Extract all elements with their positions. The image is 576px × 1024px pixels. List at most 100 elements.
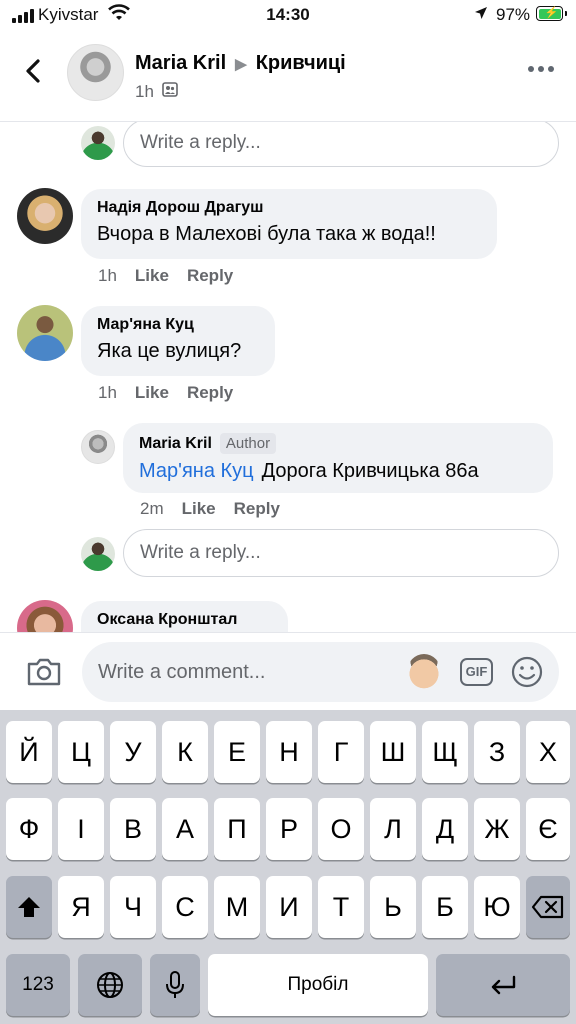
mention-link[interactable]: Мар'яна Куц <box>139 460 254 482</box>
key[interactable]: М <box>214 876 260 938</box>
key[interactable]: Р <box>266 798 312 860</box>
return-key[interactable] <box>436 954 570 1016</box>
post-time: 1h <box>135 82 154 101</box>
post-title: Maria Kril ▶ Кривчиці <box>135 52 346 75</box>
battery-icon <box>536 6 567 21</box>
key[interactable]: В <box>110 798 156 860</box>
key[interactable]: Й <box>6 721 52 783</box>
like-button[interactable]: Like <box>135 383 169 403</box>
key[interactable]: Ц <box>58 721 104 783</box>
commenter-avatar[interactable] <box>17 305 73 361</box>
backspace-key[interactable] <box>526 876 570 938</box>
backspace-icon <box>531 895 564 919</box>
camera-icon[interactable] <box>26 657 62 692</box>
numbers-key[interactable]: 123 <box>6 954 70 1016</box>
comment-input[interactable]: Write a comment... GIF <box>82 642 559 702</box>
reply-input[interactable]: Write a reply... <box>123 529 559 577</box>
comment-actions: 1h Like Reply <box>98 383 233 403</box>
commenter-name[interactable]: Оксана Кронштал <box>97 611 272 629</box>
reply-author-name[interactable]: Maria Kril <box>139 435 212 453</box>
comment-text: Яка це вулиця? <box>97 340 242 362</box>
current-user-avatar <box>81 537 115 571</box>
reply-text-line: Мар'яна Куц Дорога Кривчицька 86а <box>139 460 537 483</box>
reply-author-avatar[interactable] <box>81 430 115 464</box>
comments-feed[interactable]: Write a reply... Надія Дорош Драгуш Вчор… <box>0 122 576 632</box>
like-button[interactable]: Like <box>182 499 216 519</box>
status-bar: Kyivstar 14:30 97% <box>0 0 576 30</box>
key[interactable]: Х <box>526 721 570 783</box>
commenter-name[interactable]: Надія Дорош Драгуш <box>97 199 481 217</box>
key[interactable]: Е <box>214 721 260 783</box>
key[interactable]: А <box>162 798 208 860</box>
reply-button[interactable]: Reply <box>187 383 233 403</box>
key[interactable]: Г <box>318 721 364 783</box>
comment-composer: Write a comment... GIF <box>0 632 576 710</box>
author-name[interactable]: Maria Kril <box>135 52 226 75</box>
return-icon <box>491 975 516 995</box>
location-icon <box>474 6 488 25</box>
key[interactable]: Є <box>526 798 570 860</box>
key[interactable]: Ш <box>370 721 416 783</box>
shift-arrow-icon <box>18 897 40 917</box>
key[interactable]: Т <box>318 876 364 938</box>
reply-button[interactable]: Reply <box>187 266 233 286</box>
avatar-sticker-icon[interactable] <box>407 654 441 690</box>
reply-text: Дорога Кривчицька 86а <box>261 460 479 482</box>
author-badge: Author <box>219 433 277 454</box>
commenter-name[interactable]: Мар'яна Куц <box>97 316 259 334</box>
post-meta: 1h <box>135 82 178 102</box>
author-avatar[interactable] <box>67 44 124 101</box>
post-header: Maria Kril ▶ Кривчиці 1h <box>0 30 576 122</box>
key[interactable]: І <box>58 798 104 860</box>
commenter-avatar[interactable] <box>17 600 73 632</box>
dictation-key[interactable] <box>150 954 200 1016</box>
keyboard: Й Ц У К Е Н Г Ш Щ З Х Ф І В А П Р О Л Д … <box>0 710 576 1024</box>
key[interactable]: К <box>162 721 208 783</box>
reply-input[interactable]: Write a reply... <box>123 122 559 167</box>
like-button[interactable]: Like <box>135 266 169 286</box>
shift-key[interactable] <box>6 876 52 938</box>
key[interactable]: Ю <box>474 876 520 938</box>
reply-bubble: Maria Kril Author Мар'яна Куц Дорога Крив… <box>123 423 553 493</box>
battery-percent: 97% <box>496 5 531 24</box>
space-key[interactable]: Пробіл <box>208 954 428 1016</box>
group-name[interactable]: Кривчиці <box>256 52 346 75</box>
globe-key[interactable] <box>78 954 142 1016</box>
key[interactable]: И <box>266 876 312 938</box>
comment-time: 1h <box>98 383 117 402</box>
key[interactable]: П <box>214 798 260 860</box>
group-audience-icon <box>162 82 178 102</box>
key[interactable]: Л <box>370 798 416 860</box>
current-user-avatar <box>81 126 115 160</box>
emoji-icon[interactable] <box>510 655 544 694</box>
comment-bubble: Мар'яна Куц Яка це вулиця? <box>81 306 275 376</box>
key[interactable]: Щ <box>422 721 468 783</box>
comment-bubble: Надія Дорош Драгуш Вчора в Малехові була… <box>81 189 497 259</box>
microphone-icon <box>166 971 184 998</box>
commenter-avatar[interactable] <box>17 188 73 244</box>
comment-time: 1h <box>98 266 117 285</box>
back-arrow-icon[interactable] <box>20 56 46 86</box>
reply-button[interactable]: Reply <box>234 499 280 519</box>
arrow-right-icon: ▶ <box>235 55 247 73</box>
more-options-icon[interactable] <box>528 66 554 72</box>
key[interactable]: З <box>474 721 520 783</box>
key[interactable]: Д <box>422 798 468 860</box>
key[interactable]: С <box>162 876 208 938</box>
key[interactable]: У <box>110 721 156 783</box>
key[interactable]: Б <box>422 876 468 938</box>
reply-author: Maria Kril Author <box>139 433 537 454</box>
key[interactable]: Я <box>58 876 104 938</box>
key[interactable]: Ь <box>370 876 416 938</box>
key[interactable]: Ф <box>6 798 52 860</box>
clock: 14:30 <box>266 5 310 24</box>
reply-time: 2m <box>140 499 164 518</box>
gif-icon[interactable]: GIF <box>460 658 493 686</box>
key[interactable]: Ч <box>110 876 156 938</box>
key[interactable]: Н <box>266 721 312 783</box>
comment-bubble: Оксана Кронштал <box>81 601 288 632</box>
reply-actions: 2m Like Reply <box>140 499 280 519</box>
key[interactable]: О <box>318 798 364 860</box>
globe-icon <box>97 972 123 998</box>
key[interactable]: Ж <box>474 798 520 860</box>
